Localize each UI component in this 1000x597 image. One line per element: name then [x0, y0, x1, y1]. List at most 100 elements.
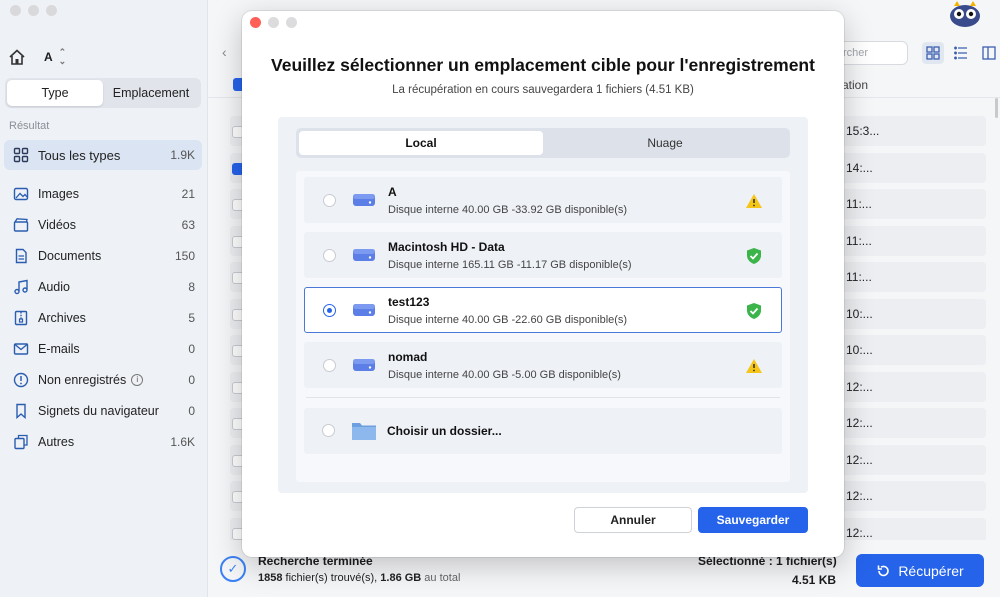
column-header-date[interactable]: ation	[842, 78, 868, 92]
hard-drive-icon	[353, 359, 375, 371]
drive-selector-label: A	[44, 50, 53, 64]
column-view-icon[interactable]	[978, 42, 1000, 64]
recover-label: Récupérer	[898, 562, 964, 579]
list-view-icon[interactable]	[950, 42, 972, 64]
sidebar-item-videos[interactable]: Vidéos 63	[4, 209, 202, 240]
warning-icon	[746, 359, 762, 373]
tab-cloud[interactable]: Nuage	[543, 131, 787, 155]
sidebar-item-label: Documents	[38, 248, 102, 263]
sidebar-tabs: Type Emplacement	[5, 78, 201, 108]
video-icon	[12, 216, 30, 234]
sidebar-item-count: 150	[174, 248, 195, 263]
image-icon	[12, 185, 30, 203]
restore-icon	[878, 565, 890, 576]
hard-drive-icon	[353, 249, 375, 261]
destination-tabs: Local Nuage	[296, 128, 790, 158]
sidebar-item-bookmarks[interactable]: Signets du navigateur 0	[4, 395, 202, 426]
sidebar-item-count: 63	[181, 217, 195, 232]
tab-emplacement[interactable]: Emplacement	[103, 80, 199, 106]
sidebar-item-label: Tous les types	[38, 147, 121, 163]
drive-selector[interactable]: A ⌃ ⌄	[44, 48, 66, 66]
row-time: 12:...	[846, 489, 873, 503]
grid-view-icon[interactable]	[922, 42, 944, 64]
selected-size: 4.51 KB	[792, 573, 837, 587]
bookmark-icon	[12, 402, 30, 420]
hard-drive-icon	[353, 194, 375, 206]
drive-radio-selected[interactable]	[323, 304, 336, 317]
chevron-updown-icon: ⌃ ⌄	[58, 47, 67, 66]
sidebar-item-label: Audio	[38, 279, 70, 294]
shield-check-icon	[747, 248, 761, 264]
sidebar-item-emails[interactable]: E-mails 0	[4, 333, 202, 364]
choose-folder-option[interactable]: Choisir un dossier...	[304, 408, 782, 454]
row-time: 11:...	[846, 270, 872, 284]
sidebar-item-images[interactable]: Images 21	[4, 178, 202, 209]
row-time: 12:...	[846, 416, 873, 430]
back-arrow-icon[interactable]: ‹	[222, 44, 227, 60]
sidebar-item-count: 8	[188, 279, 195, 294]
row-time: 12:...	[846, 525, 873, 540]
drive-name: Macintosh HD - Data	[388, 240, 505, 254]
dialog-zoom-button	[286, 17, 297, 28]
sidebar-item-count: 0	[188, 403, 195, 418]
other-icon	[12, 433, 30, 451]
drive-info: Disque interne 40.00 GB -33.92 GB dispon…	[388, 204, 628, 216]
sidebar-item-label: Archives	[38, 310, 86, 325]
dialog-close-button[interactable]	[250, 17, 261, 28]
sidebar-item-all-types[interactable]: Tous les types 1.9K	[4, 140, 202, 170]
row-time: 11:...	[846, 233, 872, 248]
close-button[interactable]	[10, 5, 21, 16]
sidebar-item-count: 21	[181, 186, 195, 201]
destination-panel: Local Nuage A Disque interne 40.00 GB -3…	[278, 117, 808, 493]
drive-option-a[interactable]: A Disque interne 40.00 GB -33.92 GB disp…	[304, 177, 782, 223]
sidebar-item-others[interactable]: Autres 1.6K	[4, 426, 202, 457]
archive-icon	[12, 309, 30, 327]
drive-option-test123[interactable]: test123 Disque interne 40.00 GB -22.60 G…	[304, 287, 782, 333]
folder-radio[interactable]	[322, 424, 335, 437]
shield-check-icon	[747, 303, 761, 319]
sidebar-item-audio[interactable]: Audio 8	[4, 271, 202, 302]
sidebar-item-label: Signets du navigateur	[38, 403, 159, 418]
sidebar-item-count: 1.6K	[170, 434, 195, 449]
dialog-title: Veuillez sélectionner un emplacement cib…	[271, 55, 815, 75]
drive-option-nomad[interactable]: nomad Disque interne 40.00 GB -5.00 GB d…	[304, 342, 782, 388]
dialog-minimize-button	[268, 17, 279, 28]
drive-info: Disque interne 165.11 GB -11.17 GB dispo…	[388, 259, 632, 271]
drive-name: A	[388, 185, 397, 199]
zoom-button[interactable]	[46, 5, 57, 16]
info-icon[interactable]: i	[131, 373, 144, 386]
cancel-button[interactable]: Annuler	[574, 507, 692, 533]
save-location-dialog: Veuillez sélectionner un emplacement cib…	[242, 11, 844, 557]
folder-icon	[352, 423, 376, 440]
drive-name: nomad	[388, 350, 428, 364]
drive-radio[interactable]	[323, 359, 336, 372]
drive-option-macintosh-hd[interactable]: Macintosh HD - Data Disque interne 165.1…	[304, 232, 782, 278]
save-button[interactable]: Sauvegarder	[698, 507, 808, 533]
sidebar-item-count: 0	[188, 372, 195, 387]
checkmark-icon: ✓	[220, 556, 246, 582]
home-icon[interactable]	[8, 48, 26, 66]
sidebar-item-count: 0	[188, 341, 195, 356]
sidebar-item-archives[interactable]: Archives 5	[4, 302, 202, 333]
row-time: 12:...	[846, 452, 873, 467]
sidebar-item-unsaved[interactable]: Non enregistrés i 0	[4, 364, 202, 395]
files-count: 1858	[258, 572, 283, 584]
drive-radio[interactable]	[323, 249, 336, 262]
window-controls	[10, 5, 57, 16]
tab-local[interactable]: Local	[299, 131, 543, 155]
recover-button[interactable]: Récupérer	[856, 554, 984, 587]
row-time: 12:...	[846, 379, 873, 394]
tab-type[interactable]: Type	[7, 80, 103, 106]
drive-list: A Disque interne 40.00 GB -33.92 GB disp…	[296, 171, 790, 482]
drive-radio[interactable]	[323, 194, 336, 207]
row-time: 15:3...	[846, 124, 880, 138]
status-summary: 1858 fichier(s) trouvé(s), 1.86 GB au to…	[258, 572, 460, 584]
sidebar-item-label: Non enregistrés	[38, 372, 127, 387]
section-label: Résultat	[9, 120, 50, 132]
info-circle-icon	[12, 371, 30, 389]
sidebar-item-label: Autres	[38, 434, 75, 449]
minimize-button[interactable]	[28, 5, 39, 16]
row-time: 10:...	[846, 343, 873, 357]
document-icon	[12, 247, 30, 265]
sidebar-item-documents[interactable]: Documents 150	[4, 240, 202, 271]
